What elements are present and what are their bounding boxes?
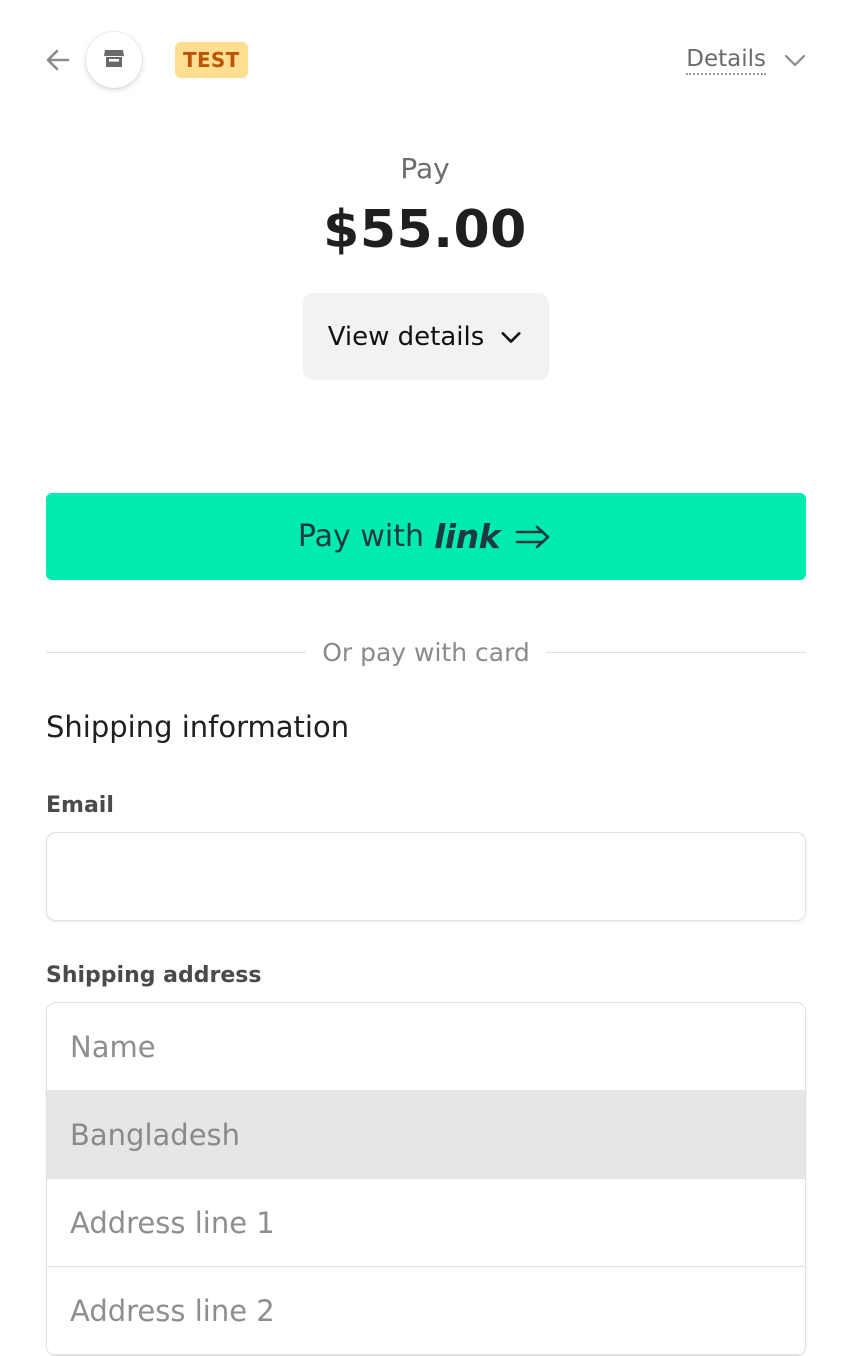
view-details-button[interactable]: View details xyxy=(303,293,549,380)
store-avatar[interactable] xyxy=(86,32,142,88)
divider-line-right xyxy=(545,651,806,653)
top-bar: TEST Details xyxy=(0,0,850,120)
address-line2-field[interactable] xyxy=(47,1267,805,1355)
pay-with-link-button[interactable]: Pay with link xyxy=(46,493,806,580)
double-arrow-right-icon xyxy=(514,522,554,552)
details-toggle[interactable]: Details xyxy=(686,40,808,80)
test-mode-badge: TEST xyxy=(175,42,248,78)
link-button-prefix: Pay with xyxy=(297,519,424,554)
details-label: Details xyxy=(686,45,766,75)
pay-label: Pay xyxy=(400,152,450,185)
store-icon xyxy=(102,46,126,74)
chevron-down-icon xyxy=(782,47,808,73)
country-value: Bangladesh xyxy=(70,1117,241,1152)
chevron-down-icon xyxy=(498,324,524,350)
name-field[interactable] xyxy=(47,1003,805,1091)
email-field[interactable] xyxy=(46,832,806,921)
email-label: Email xyxy=(46,793,114,818)
divider-line-left xyxy=(46,651,307,653)
link-logo: link xyxy=(434,517,501,556)
total-amount: $55.00 xyxy=(323,200,527,260)
shipping-address-label: Shipping address xyxy=(46,963,262,988)
divider-text: Or pay with card xyxy=(322,637,530,667)
arrow-left-icon[interactable] xyxy=(42,44,74,76)
view-details-label: View details xyxy=(327,321,485,352)
shipping-address-group: Bangladesh xyxy=(46,1002,806,1356)
address-line1-field[interactable] xyxy=(47,1179,805,1267)
pay-with-card-divider: Or pay with card xyxy=(46,630,806,674)
shipping-section-title: Shipping information xyxy=(46,710,350,744)
country-select[interactable]: Bangladesh xyxy=(47,1091,805,1179)
